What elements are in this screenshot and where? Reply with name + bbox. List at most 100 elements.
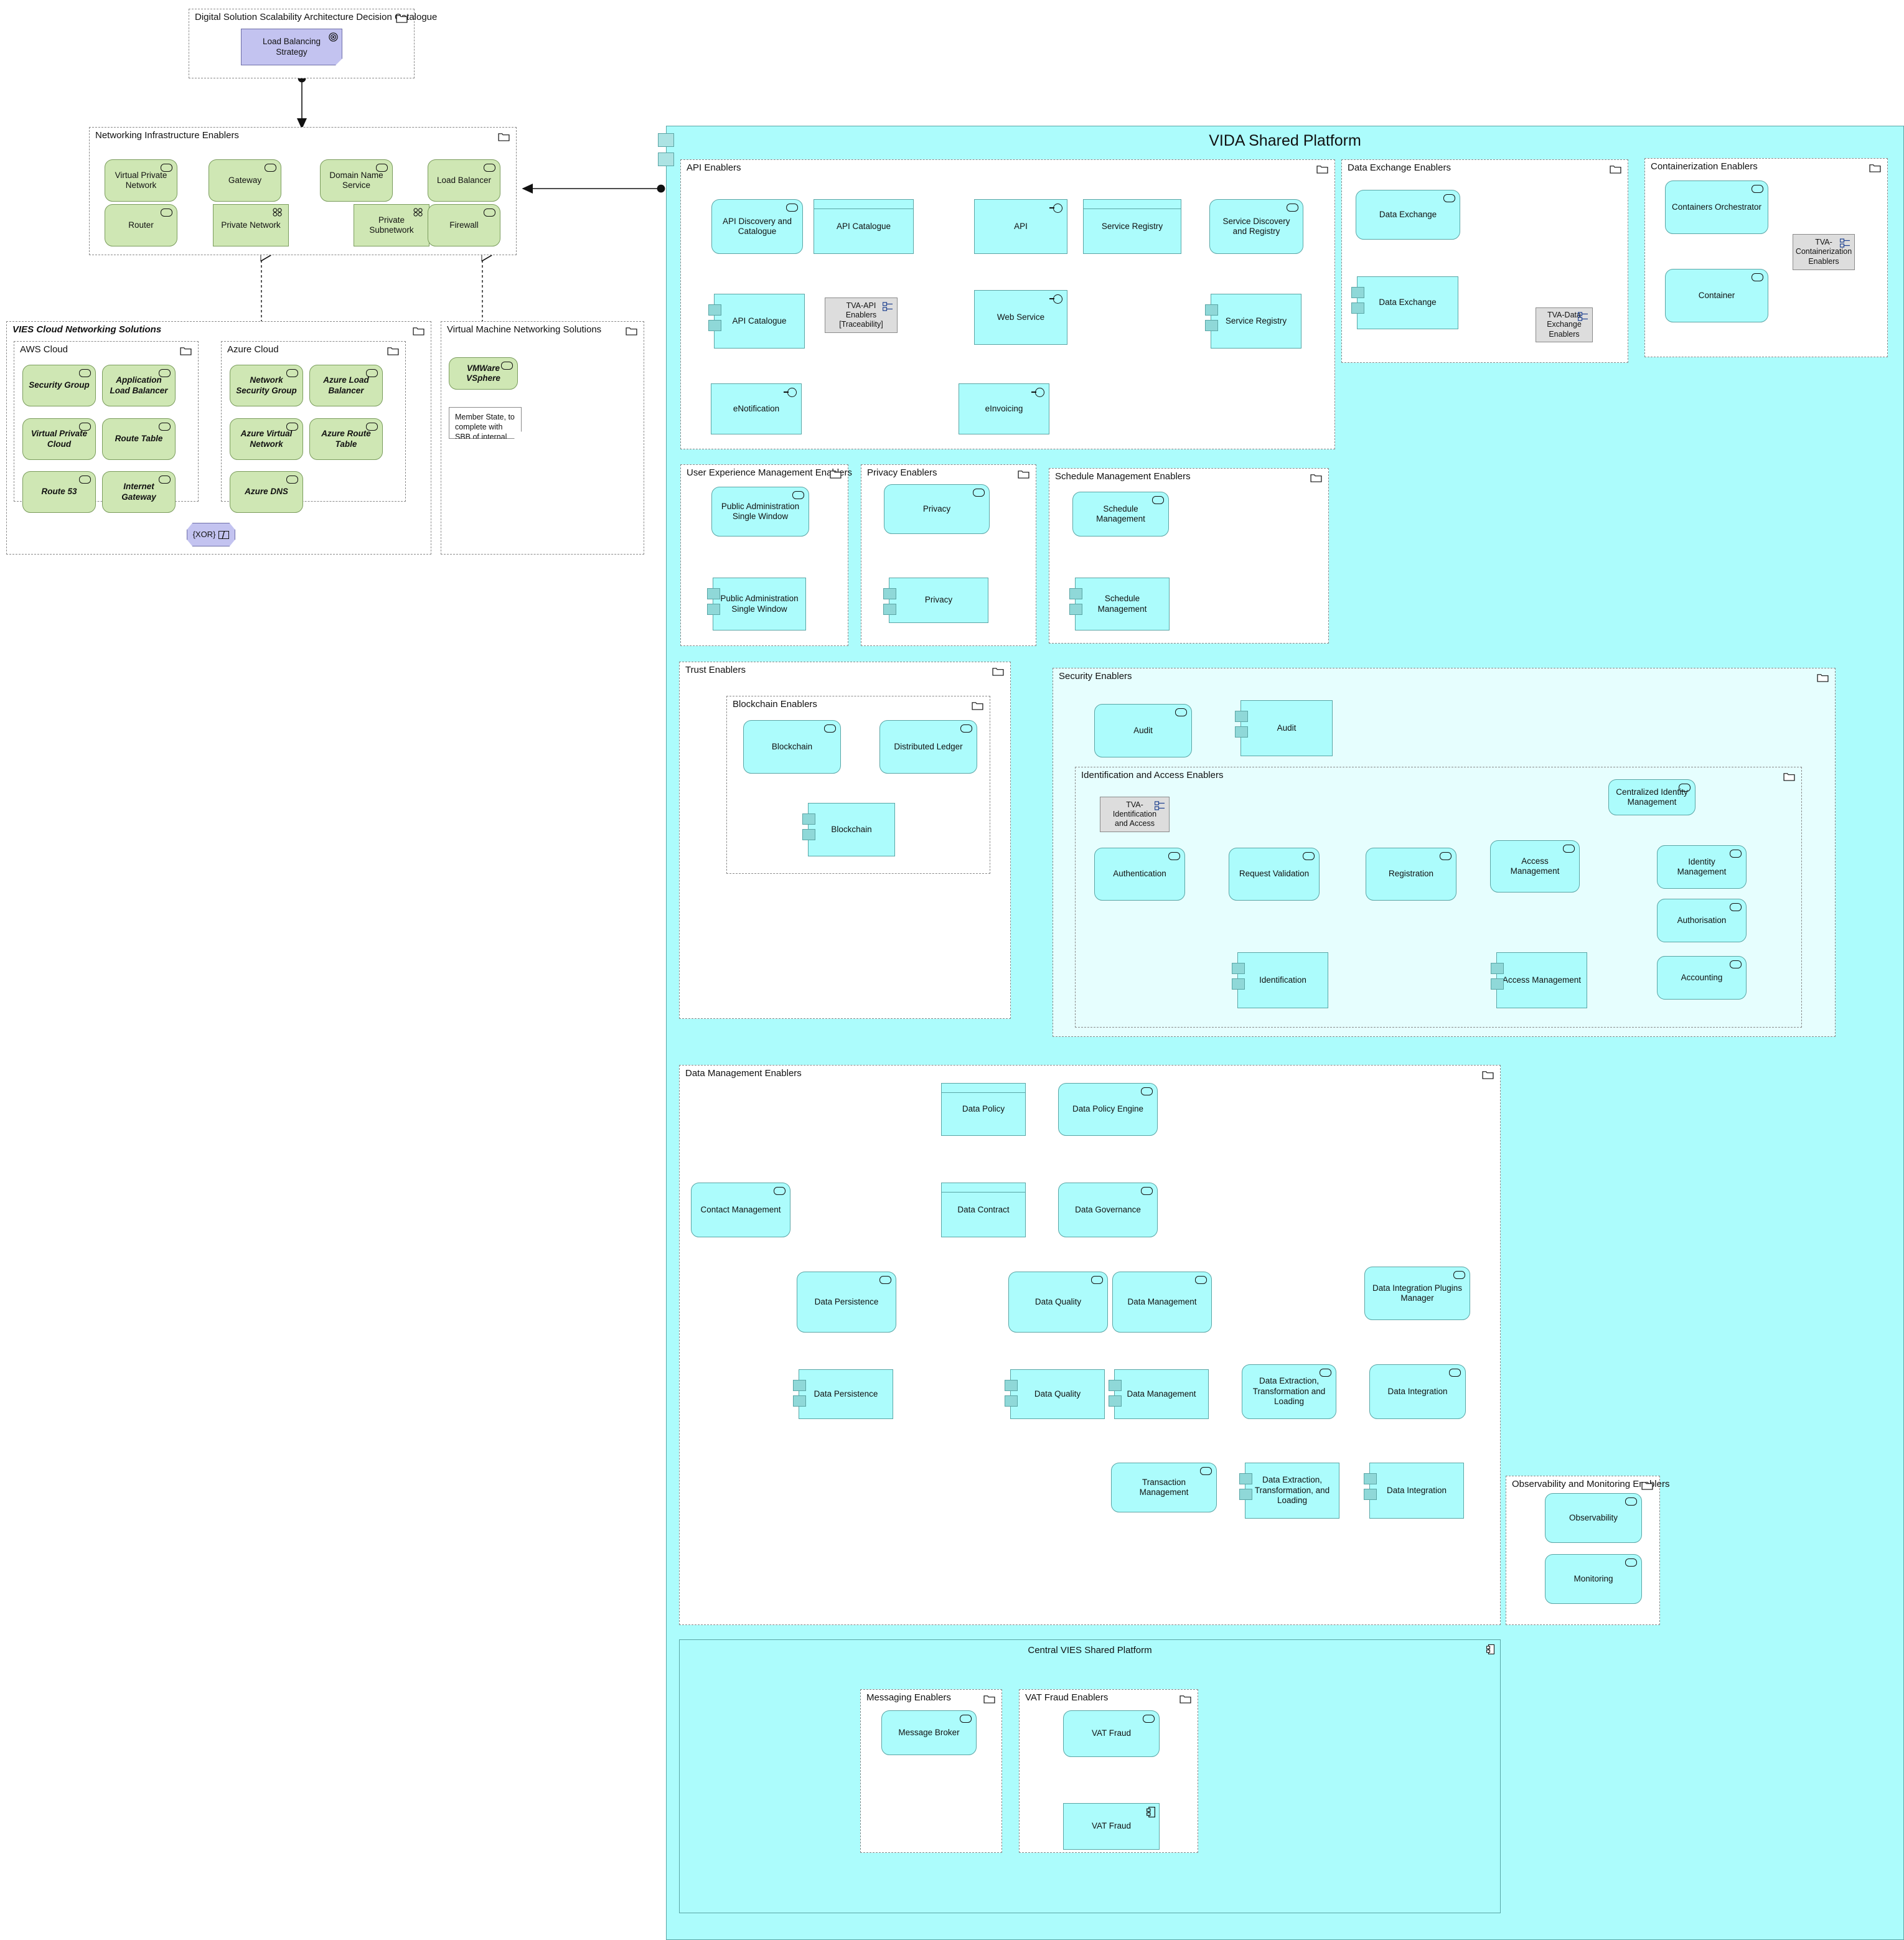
node-api[interactable]: API: [974, 199, 1067, 254]
node-public-administration-single-window[interactable]: Public Administration Single Window: [711, 487, 809, 537]
node-vmware-vsphere[interactable]: VMWare VSphere: [449, 357, 518, 390]
component-data-persistence[interactable]: Data Persistence: [793, 1369, 893, 1419]
node-blockchain-service[interactable]: Blockchain: [743, 720, 841, 774]
node-schedule-management[interactable]: Schedule Management: [1072, 492, 1169, 537]
folder-icon: [180, 347, 192, 355]
node-einvoicing[interactable]: eInvoicing: [959, 383, 1049, 434]
node-azure-route-table[interactable]: Azure Route Table: [309, 418, 383, 460]
package-data-management-enablers[interactable]: Data Management Enablers: [679, 1065, 1501, 1625]
node-authorisation[interactable]: Authorisation: [1657, 899, 1747, 942]
package-decision-catalogue[interactable]: Digital Solution Scalability Architectur…: [189, 9, 437, 78]
node-domain-name-service[interactable]: Domain Name Service: [320, 159, 393, 202]
node-centralized-identity-management[interactable]: Centralized Identity Management: [1608, 779, 1695, 815]
node-private-subnetwork[interactable]: Private Subnetwork: [354, 204, 429, 246]
node-load-balancing-strategy[interactable]: Load Balancing Strategy: [241, 29, 342, 65]
node-azure-virtual-network[interactable]: Azure Virtual Network: [230, 418, 303, 460]
service-icon: [1730, 960, 1742, 968]
node-api-discovery-and-catalogue[interactable]: API Discovery and Catalogue: [711, 199, 803, 254]
node-private-network[interactable]: Private Network: [213, 204, 289, 246]
component-blockchain[interactable]: Blockchain: [802, 803, 895, 856]
node-service-registry[interactable]: Service Registry: [1083, 199, 1181, 254]
folder-icon: [1018, 471, 1029, 479]
node-azure-dns[interactable]: Azure DNS: [230, 471, 303, 513]
service-icon: [824, 724, 836, 733]
node-application-load-balancer[interactable]: Application Load Balancer: [102, 365, 176, 406]
node-firewall[interactable]: Firewall: [428, 204, 500, 246]
node-web-service[interactable]: Web Service: [974, 290, 1067, 345]
folder-icon: [1316, 166, 1328, 174]
trace-identification-and-access[interactable]: TVA-Identification and Access: [1100, 797, 1170, 832]
component-public-administration-single-window[interactable]: Public Administration Single Window: [707, 578, 806, 630]
junction-xor[interactable]: {XOR}: [187, 523, 235, 546]
node-message-broker[interactable]: Message Broker: [881, 1710, 977, 1755]
node-data-exchange[interactable]: Data Exchange: [1356, 190, 1460, 240]
component-access-management[interactable]: Access Management: [1491, 952, 1587, 1008]
node-router[interactable]: Router: [105, 204, 177, 246]
trace-data-exchange-enablers[interactable]: TVA-Data Exchange Enablers: [1536, 307, 1593, 342]
node-data-persistence[interactable]: Data Persistence: [797, 1272, 896, 1333]
node-data-contract[interactable]: Data Contract: [941, 1183, 1026, 1237]
component-identification[interactable]: Identification: [1232, 952, 1328, 1008]
node-azure-load-balancer[interactable]: Azure Load Balancer: [309, 365, 383, 406]
node-data-management[interactable]: Data Management: [1112, 1272, 1212, 1333]
service-icon: [960, 724, 972, 733]
component-data-integration[interactable]: Data Integration: [1364, 1463, 1464, 1519]
node-audit-service[interactable]: Audit: [1094, 704, 1192, 757]
node-identity-management[interactable]: Identity Management: [1657, 845, 1747, 889]
node-load-balancer[interactable]: Load Balancer: [428, 159, 500, 202]
component-data-extraction-transformation-and-loading[interactable]: Data Extraction, Transformation, and Loa…: [1239, 1463, 1339, 1519]
node-transaction-management[interactable]: Transaction Management: [1111, 1463, 1217, 1512]
node-request-validation[interactable]: Request Validation: [1229, 848, 1320, 901]
node-gateway[interactable]: Gateway: [209, 159, 281, 202]
service-icon: [79, 476, 91, 484]
node-monitoring[interactable]: Monitoring: [1545, 1554, 1642, 1604]
component-data-management[interactable]: Data Management: [1109, 1369, 1209, 1419]
node-virtual-private-cloud[interactable]: Virtual Private Cloud: [22, 418, 96, 460]
node-access-management-service[interactable]: Access Management: [1490, 840, 1580, 893]
component-tabs: [802, 813, 815, 840]
node-vat-fraud-component[interactable]: VAT Fraud: [1063, 1803, 1160, 1850]
node-route-53[interactable]: Route 53: [22, 471, 96, 513]
node-data-policy[interactable]: Data Policy: [941, 1083, 1026, 1136]
node-route-table[interactable]: Route Table: [102, 418, 176, 460]
package-title: API Enablers: [687, 162, 741, 173]
node-containers-orchestrator[interactable]: Containers Orchestrator: [1665, 180, 1768, 234]
node-data-policy-engine[interactable]: Data Policy Engine: [1058, 1083, 1158, 1136]
node-accounting[interactable]: Accounting: [1657, 956, 1747, 1000]
service-icon: [792, 491, 804, 499]
node-privacy[interactable]: Privacy: [884, 484, 990, 534]
node-registration[interactable]: Registration: [1366, 848, 1456, 901]
node-data-quality[interactable]: Data Quality: [1008, 1272, 1108, 1333]
platform-title: VIDA Shared Platform: [1209, 132, 1361, 149]
component-data-exchange[interactable]: Data Exchange: [1351, 276, 1458, 329]
component-privacy[interactable]: Privacy: [883, 578, 988, 623]
trace-containerization-enablers[interactable]: TVA-Containerization Enablers: [1793, 234, 1855, 270]
node-service-discovery-and-registry[interactable]: Service Discovery and Registry: [1209, 199, 1303, 254]
component-data-quality[interactable]: Data Quality: [1005, 1369, 1105, 1419]
trace-api-enablers[interactable]: TVA-API Enablers [Traceability]: [825, 298, 898, 333]
folder-icon: [1783, 773, 1795, 781]
node-security-group[interactable]: Security Group: [22, 365, 96, 406]
package-title: Schedule Management Enablers: [1055, 471, 1191, 482]
package-title: Blockchain Enablers: [733, 699, 817, 710]
node-data-integration-plugins-manager[interactable]: Data Integration Plugins Manager: [1364, 1267, 1470, 1320]
interface-icon: [1053, 294, 1062, 304]
node-data-extraction-transformation-and-loading[interactable]: Data Extraction, Transformation and Load…: [1242, 1364, 1336, 1419]
node-authentication[interactable]: Authentication: [1094, 848, 1185, 901]
node-api-catalogue[interactable]: API Catalogue: [814, 199, 914, 254]
node-data-governance[interactable]: Data Governance: [1058, 1183, 1158, 1237]
node-data-integration[interactable]: Data Integration: [1369, 1364, 1466, 1419]
component-audit[interactable]: Audit: [1235, 700, 1333, 756]
node-distributed-ledger[interactable]: Distributed Ledger: [879, 720, 977, 774]
component-api-catalogue[interactable]: API Catalogue: [708, 294, 805, 349]
node-virtual-private-network[interactable]: Virtual Private Network: [105, 159, 177, 202]
node-container[interactable]: Container: [1665, 269, 1768, 322]
node-internet-gateway[interactable]: Internet Gateway: [102, 471, 176, 513]
component-service-registry[interactable]: Service Registry: [1205, 294, 1301, 349]
node-contact-management[interactable]: Contact Management: [691, 1183, 790, 1237]
node-vat-fraud-service[interactable]: VAT Fraud: [1063, 1710, 1160, 1757]
node-observability[interactable]: Observability: [1545, 1493, 1642, 1543]
component-schedule-management[interactable]: Schedule Management: [1069, 578, 1170, 630]
node-enotification[interactable]: eNotification: [711, 383, 802, 434]
node-network-security-group[interactable]: Network Security Group: [230, 365, 303, 406]
